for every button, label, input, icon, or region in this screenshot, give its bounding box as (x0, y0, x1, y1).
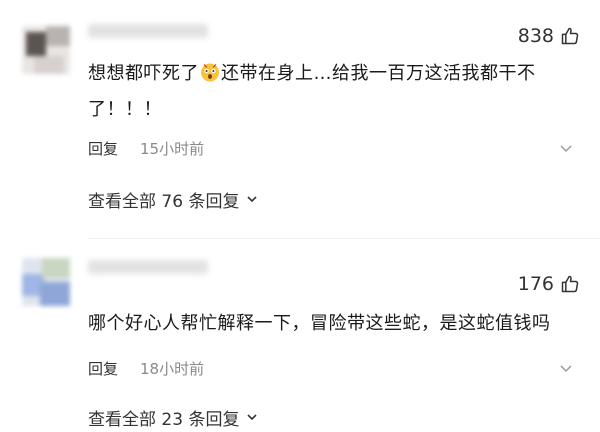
timestamp: 15小时前 (140, 139, 205, 158)
chevron-down-icon (247, 196, 258, 203)
avatar[interactable] (22, 26, 70, 74)
like-button[interactable]: 176 (518, 270, 580, 298)
comment-text: 哪个好心人帮忙解释一下，冒险带这些蛇，是这蛇值钱吗 (88, 313, 551, 334)
reply-button[interactable]: 回复 (88, 138, 118, 159)
comment-text: 想想都吓死了 还带在身上…给我一百万这活我都干不了！！！ (88, 63, 536, 120)
username-blurred[interactable] (88, 260, 208, 274)
view-all-replies-button[interactable]: 查看全部 76 条回复 (88, 186, 259, 212)
view-replies-label: 查看全部 23 条回复 (88, 409, 240, 430)
thumbs-up-icon (561, 27, 579, 45)
comment-item: 176 哪个好心人帮忙解释一下，冒险带这些蛇，是这蛇值钱吗 回复 18小时前 查… (0, 248, 600, 432)
comment-meta: 回复 18小时前 (88, 356, 580, 380)
thumbs-up-icon (561, 275, 579, 293)
view-all-replies-button[interactable]: 查看全部 23 条回复 (88, 404, 259, 430)
timestamp: 18小时前 (140, 359, 205, 378)
comment-meta: 回复 15小时前 (88, 136, 580, 160)
more-options-icon[interactable] (558, 140, 574, 156)
like-button[interactable]: 838 (518, 22, 580, 50)
more-options-icon[interactable] (558, 360, 574, 376)
view-replies-label: 查看全部 76 条回复 (88, 191, 240, 212)
scared-face-emoji-icon (201, 63, 219, 82)
chevron-down-icon (247, 414, 258, 421)
comment-item: 838 想想都吓死了 还带在身上…给我一百万这活我都干不了！！！ 回复 15小时… (0, 14, 600, 214)
like-count: 838 (517, 25, 554, 47)
like-count: 176 (517, 273, 554, 295)
comment-divider (88, 238, 600, 239)
reply-button[interactable]: 回复 (88, 358, 118, 379)
username-blurred[interactable] (88, 24, 208, 38)
avatar[interactable] (22, 258, 70, 306)
